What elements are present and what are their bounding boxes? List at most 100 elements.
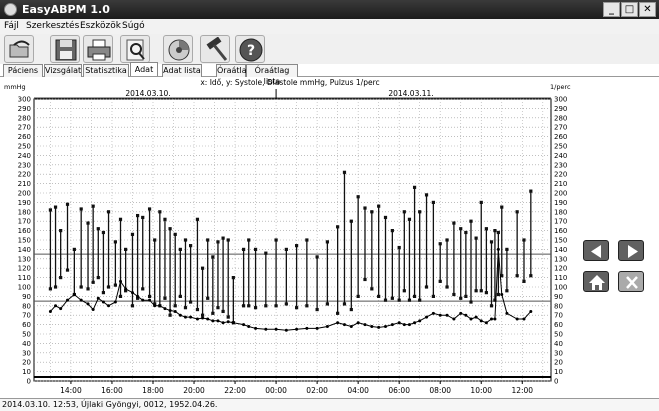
diastole-marker — [274, 304, 278, 308]
pulse-marker — [91, 308, 95, 312]
open-button[interactable] — [4, 35, 34, 63]
y-tick-label-left: 200 — [18, 190, 31, 198]
diastole-marker — [336, 311, 340, 315]
zoom-button[interactable] — [120, 35, 150, 63]
diastole-marker — [86, 287, 90, 291]
y-tick-label-right: 30 — [554, 349, 563, 357]
systole-marker — [515, 210, 519, 214]
systole-marker — [522, 238, 526, 242]
x-tick-label: 10:00 — [470, 386, 492, 395]
pulse-marker — [490, 317, 494, 321]
systole-marker — [529, 189, 533, 193]
systole-marker — [295, 244, 299, 248]
diastole-marker — [377, 294, 381, 298]
pulse-marker — [295, 327, 299, 331]
abpm-chart[interactable]: 0 010 1020 2030 3040 4050 5060 6070 7080 8090 9010… — [0, 77, 575, 397]
pulse-marker — [445, 313, 449, 317]
status-bar: 2014.03.10. 12:53, Újlaki Gyöngyi, 0012,… — [0, 398, 659, 411]
device-button[interactable] — [163, 35, 193, 63]
y-tick-label-right: 160 — [554, 227, 567, 235]
next-button[interactable] — [618, 240, 644, 261]
systole-marker — [253, 247, 258, 251]
diastole-marker — [96, 276, 100, 280]
y-tick-label-left: 50 — [22, 331, 31, 339]
y-tick-label-left: 230 — [18, 161, 31, 169]
systole-marker — [91, 204, 95, 208]
diastole-marker — [402, 289, 406, 293]
systole-marker — [59, 229, 63, 233]
systole-marker — [315, 255, 319, 259]
minimize-button[interactable]: _ — [603, 2, 620, 17]
tab-hourly-avg[interactable]: Óraátlag — [216, 64, 252, 77]
y-tick-label-left: 130 — [18, 255, 31, 263]
y-tick-label-left: 290 — [18, 105, 31, 113]
maximize-button[interactable]: □ — [621, 2, 638, 17]
menu-help[interactable]: Súgó — [122, 21, 145, 31]
diastole-marker — [370, 287, 374, 291]
diastole-marker — [65, 268, 70, 272]
print-button[interactable] — [83, 35, 113, 63]
diastole-marker — [226, 315, 230, 319]
y-tick-label-left: 110 — [18, 274, 31, 282]
pulse-marker — [178, 313, 182, 317]
home-button[interactable] — [583, 271, 609, 292]
pulse-marker — [195, 317, 199, 321]
y-tick-label-left: 280 — [18, 114, 31, 122]
menu-tools[interactable]: Eszközök — [80, 21, 121, 31]
diastole-marker — [356, 294, 360, 298]
diastole-marker — [101, 291, 106, 295]
pulse-marker — [54, 304, 58, 308]
tools-button[interactable] — [200, 35, 230, 63]
diastole-marker — [390, 296, 394, 300]
systole-marker — [86, 221, 90, 225]
zoom-icon — [126, 39, 145, 61]
y-tick-label-right: 20 — [554, 359, 563, 367]
y-axis-label-right: 1/perc — [550, 83, 571, 91]
diastole-marker — [173, 304, 177, 308]
pulse-marker — [226, 320, 230, 324]
x-tick-label: 22:00 — [224, 386, 246, 395]
y-tick-label-right: 240 — [554, 152, 567, 160]
diastole-marker — [242, 304, 246, 308]
tab-data-list[interactable]: Adat lista — [162, 64, 202, 77]
systole-marker — [195, 217, 200, 221]
x-tick-label: 06:00 — [388, 386, 410, 395]
diastole-marker — [349, 307, 353, 312]
y-tick-label-left: 190 — [18, 199, 31, 207]
y-tick-label-left: 160 — [18, 227, 31, 235]
close-view-button[interactable] — [618, 271, 644, 292]
pulse-marker — [264, 327, 268, 331]
systole-marker — [349, 219, 353, 223]
prev-button[interactable] — [583, 240, 609, 261]
y-axis-label-left: mmHg — [4, 83, 26, 91]
systole-marker — [274, 238, 278, 242]
y-tick-label-right: 290 — [554, 105, 567, 113]
menu-edit[interactable]: Szerkesztés — [26, 21, 79, 31]
x-tick-label: 16:00 — [101, 386, 123, 395]
y-tick-label-right: 50 — [554, 331, 563, 339]
help-button[interactable]: ? — [235, 35, 265, 63]
systole-marker — [206, 238, 210, 242]
tab-statistics[interactable]: Statisztika — [83, 64, 129, 77]
close-button[interactable]: ✕ — [639, 2, 656, 17]
systole-marker — [356, 195, 360, 199]
y-tick-label-right: 0 — [554, 378, 558, 386]
diastole-marker — [452, 292, 456, 297]
pulse-marker — [377, 325, 381, 329]
tab-data[interactable]: Adat — [130, 62, 158, 76]
systole-marker — [130, 232, 135, 236]
tab-patient[interactable]: Páciens — [3, 64, 43, 77]
pulse-marker — [349, 324, 353, 328]
hammer-icon — [206, 37, 228, 61]
diastole-marker — [141, 287, 145, 291]
systole-marker — [101, 230, 106, 235]
diastole-marker — [505, 289, 509, 293]
y-tick-label-left: 150 — [18, 237, 31, 245]
tab-examination[interactable]: Vizsgálat — [44, 64, 82, 77]
menu-file[interactable]: Fájl — [4, 21, 19, 31]
tab-hourly-avg-list[interactable]: Óraátlag lista — [246, 64, 298, 86]
y-tick-label-right: 270 — [554, 124, 567, 132]
systole-marker — [484, 227, 488, 231]
save-button[interactable] — [50, 35, 80, 63]
systole-marker — [431, 200, 435, 204]
